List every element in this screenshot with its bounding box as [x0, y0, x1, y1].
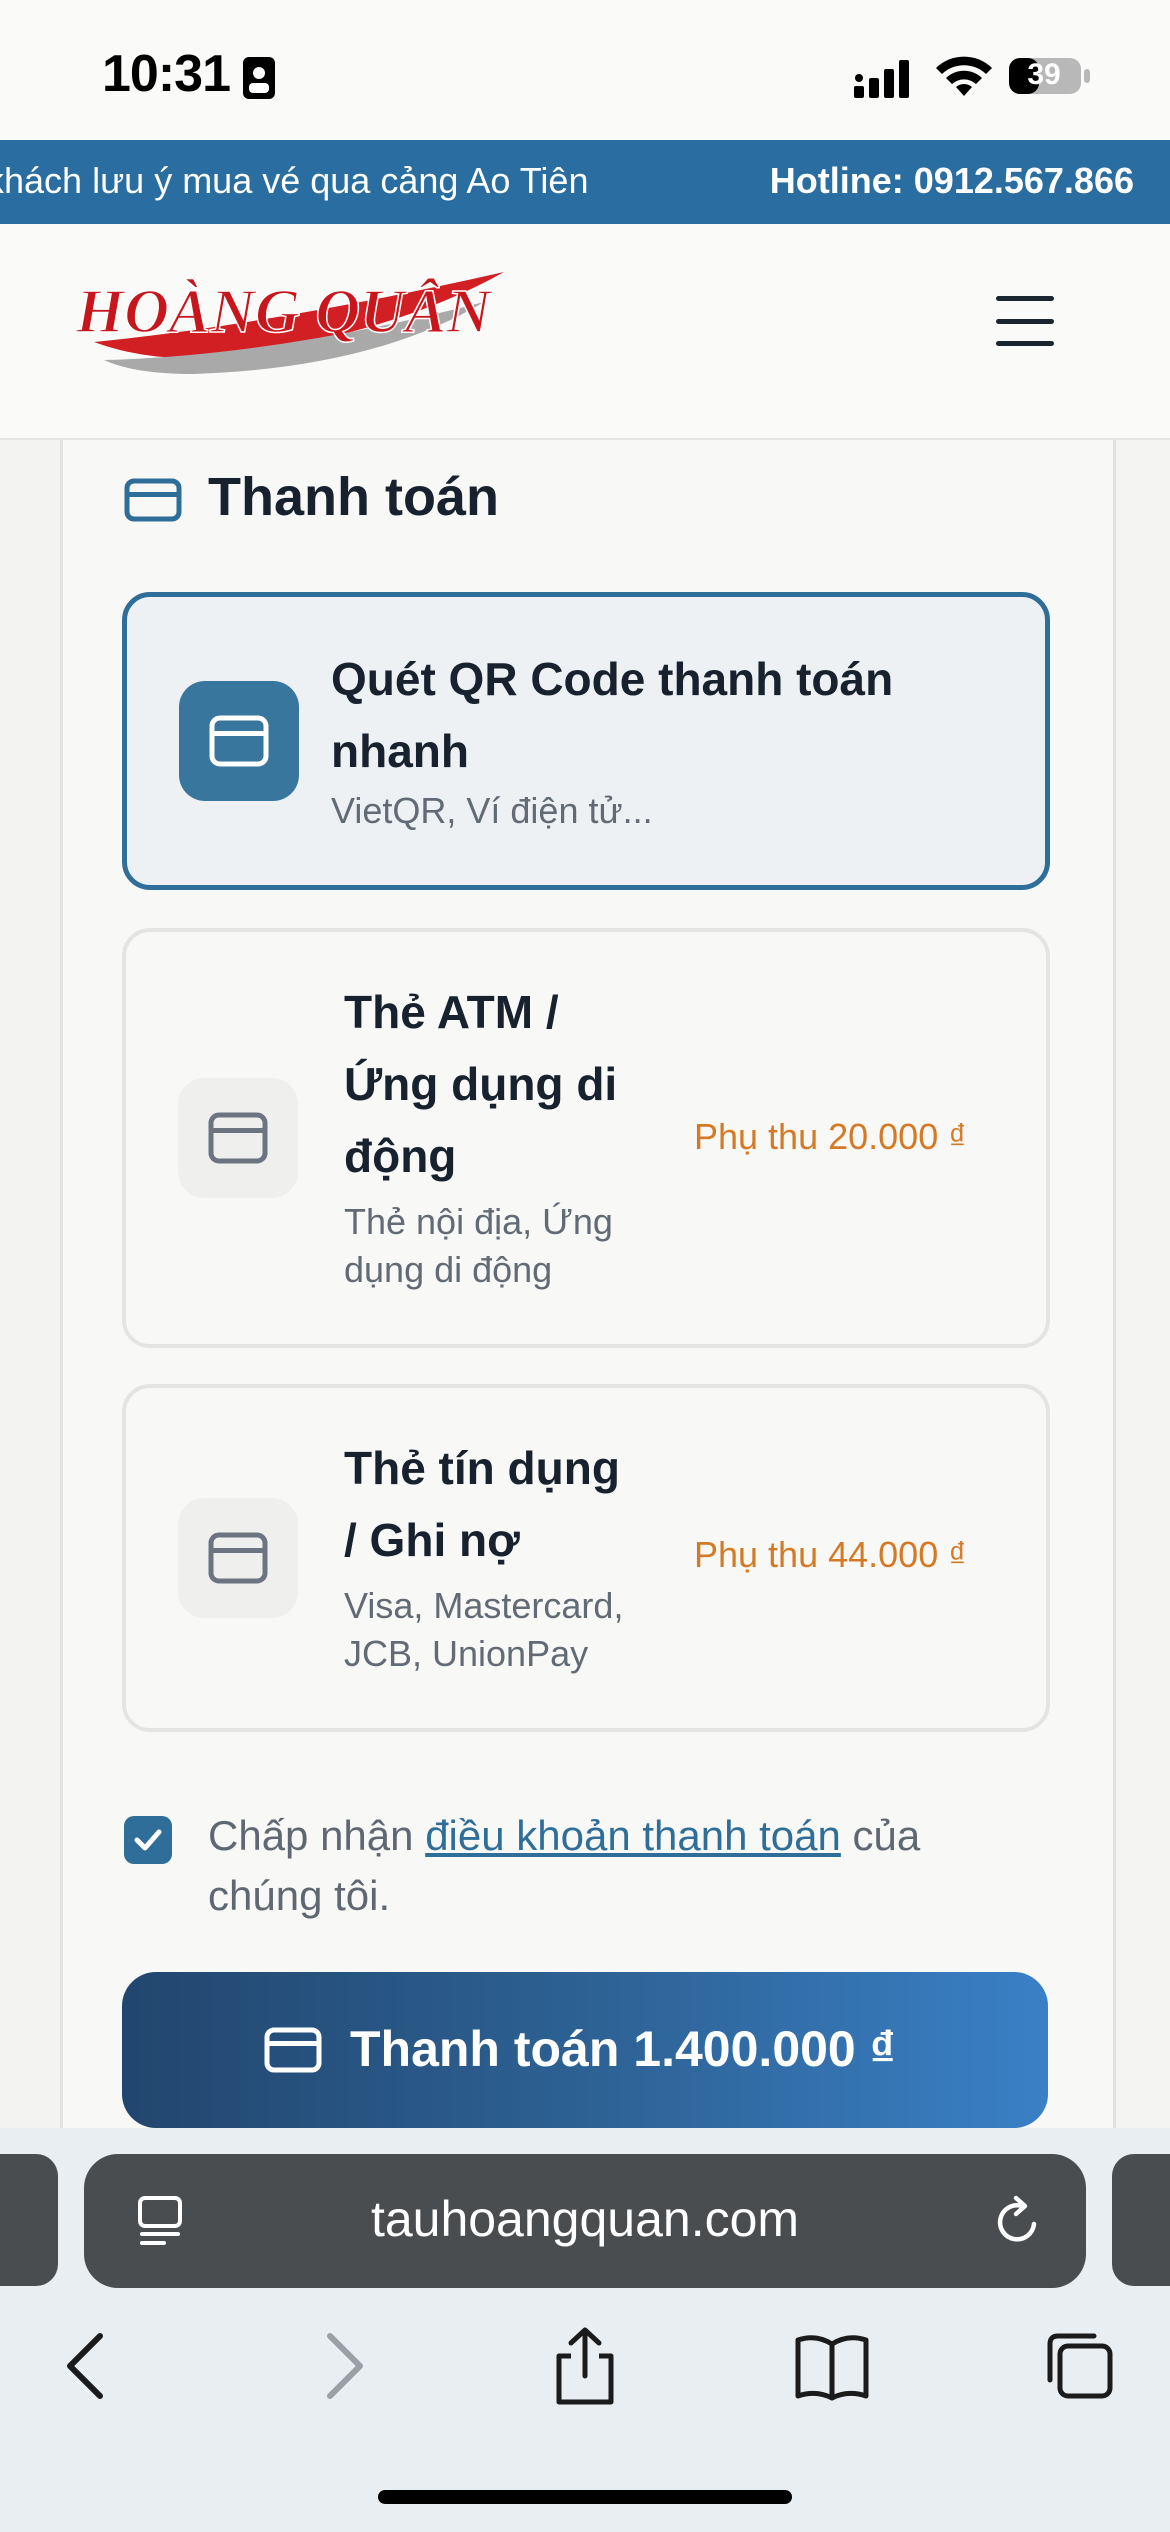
option-title-line: Thẻ ATM /: [344, 986, 559, 1038]
pay-button[interactable]: Thanh toán 1.400.000 ₫: [122, 1972, 1048, 2128]
credit-card-icon: [209, 715, 269, 767]
terms-link[interactable]: điều khoản thanh toán: [425, 1812, 841, 1859]
announcement-bar: khách lưu ý mua vé qua cảng Ao Tiên Hotl…: [0, 140, 1170, 224]
option-title-line: Ứng dụng di: [344, 1058, 618, 1110]
hotline-link[interactable]: Hotline: 0912.567.866: [770, 160, 1134, 202]
address-bar[interactable]: tauhoangquan.com: [84, 2154, 1086, 2288]
url-text: tauhoangquan.com: [370, 2191, 800, 2247]
surcharge-label: Phụ thu 44.000 ₫: [694, 1534, 967, 1575]
terms-checkbox[interactable]: [124, 1816, 172, 1864]
credit-card-icon: [208, 1112, 268, 1164]
hamburger-menu-icon[interactable]: [994, 294, 1056, 348]
option-subtitle: VietQR, Ví điện tử...: [331, 790, 653, 831]
payment-option-credit-card[interactable]: Thẻ tín dụng / Ghi nợ Visa, Mastercard, …: [122, 1384, 1050, 1732]
battery-level: 39: [1027, 58, 1061, 91]
home-indicator[interactable]: [378, 2490, 792, 2504]
credit-option-icon-box: [178, 1498, 298, 1618]
payment-option-atm[interactable]: Thẻ ATM / Ứng dụng di động Thẻ nội địa, …: [122, 928, 1050, 1348]
option-subtitle-line: Thẻ nội địa, Ứng: [344, 1201, 613, 1242]
qr-option-icon-box: [179, 681, 299, 801]
option-title-line: động: [344, 1130, 457, 1182]
svg-text:HOÀNG QUÂN: HOÀNG QUÂN: [75, 278, 493, 346]
hoang-quan-logo[interactable]: HOÀNG QUÂN: [74, 264, 514, 384]
credit-card-icon: [208, 1532, 268, 1584]
tabs-icon[interactable]: [1040, 2326, 1120, 2406]
announcement-text: khách lưu ý mua vé qua cảng Ao Tiên: [0, 160, 589, 201]
option-title: Quét QR Code thanh toán nhanh: [331, 653, 894, 777]
next-tab-preview[interactable]: [1112, 2154, 1170, 2286]
option-title-line: Thẻ tín dụng: [344, 1442, 620, 1494]
pay-button-label: Thanh toán 1.400.000 ₫: [350, 2021, 896, 2077]
forward-icon[interactable]: [300, 2326, 380, 2406]
credit-card-icon: [264, 2027, 322, 2073]
payment-option-qr[interactable]: Quét QR Code thanh toán nhanh VietQR, Ví…: [122, 592, 1050, 890]
section-title: Thanh toán: [208, 467, 499, 527]
status-time: 10:31: [102, 45, 231, 103]
page-background: [0, 440, 60, 2140]
reload-icon[interactable]: [992, 2194, 1044, 2248]
status-bar: 10:31 39: [0, 0, 1170, 140]
announcement-marquee: khách lưu ý mua vé qua cảng Ao Tiên: [0, 140, 680, 224]
bookmarks-icon[interactable]: [792, 2326, 872, 2406]
option-subtitle-line: Visa, Mastercard,: [344, 1585, 624, 1626]
wifi-icon: [936, 56, 992, 96]
terms-text: Chấp nhận điều khoản thanh toán của chún…: [208, 1806, 1028, 1926]
terms-prefix: Chấp nhận: [208, 1812, 426, 1859]
credit-card-icon: [124, 478, 182, 522]
cellular-signal-icon: [854, 60, 909, 98]
surcharge-label: Phụ thu 20.000 ₫: [694, 1116, 967, 1157]
option-subtitle-line: JCB, UnionPay: [344, 1633, 589, 1674]
option-subtitle-line: dụng di động: [344, 1249, 553, 1290]
atm-option-icon-box: [178, 1078, 298, 1198]
checkmark-icon: [134, 1829, 162, 1851]
back-icon[interactable]: [50, 2326, 130, 2406]
id-card-icon: [243, 57, 275, 99]
option-title-line: / Ghi nợ: [344, 1514, 520, 1566]
previous-tab-preview[interactable]: [0, 2154, 58, 2286]
share-icon[interactable]: [545, 2326, 625, 2406]
